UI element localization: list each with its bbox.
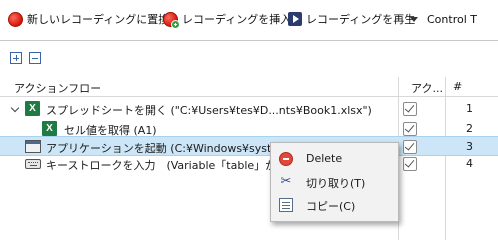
control-dropdown[interactable]: Control T	[410, 9, 477, 29]
menu-item-delete[interactable]: Delete	[271, 148, 398, 170]
column-active[interactable]: アク...	[411, 80, 443, 96]
tree-tools	[10, 52, 41, 66]
action-row[interactable]: キーストロークを入力 (Variable「table」から) 4	[0, 154, 498, 174]
excel-icon: X	[42, 121, 57, 136]
insert-recording-button[interactable]: レコーディングを挿入	[163, 9, 291, 29]
enabled-checkbox[interactable]	[403, 157, 417, 171]
enabled-checkbox[interactable]	[403, 140, 417, 154]
enabled-checkbox[interactable]	[403, 102, 417, 116]
chevron-down-icon	[410, 16, 418, 22]
column-action-flow[interactable]: アクションフロー	[14, 80, 101, 96]
action-row-selected[interactable]: アプリケーションを起動 (C:¥Windows¥system32¥...; 0m…	[0, 136, 498, 156]
play-icon	[288, 12, 302, 26]
play-recording-button[interactable]: レコーディングを再生	[288, 9, 415, 29]
recorder-toolbar: 新しいレコーディングに置換 レコーディングを挿入 レコーディングを再生 Cont…	[0, 0, 498, 38]
toolbar-divider	[0, 40, 498, 41]
collapse-all-icon[interactable]	[29, 52, 41, 64]
context-menu: Delete ✂ 切り取り(T) コピー(C)	[270, 142, 399, 222]
enabled-checkbox[interactable]	[403, 122, 417, 136]
record-icon	[8, 11, 23, 27]
excel-icon: X	[25, 101, 40, 116]
keyboard-icon	[25, 159, 41, 169]
expand-all-icon[interactable]	[10, 52, 22, 64]
new-recording-button[interactable]: 新しいレコーディングに置換	[8, 9, 169, 29]
column-header: アクションフロー アク... #	[0, 77, 498, 97]
chevron-down-icon[interactable]	[10, 103, 20, 113]
scissors-icon: ✂	[280, 174, 292, 189]
menu-item-cut[interactable]: ✂ 切り取り(T)	[271, 171, 398, 193]
delete-icon	[279, 152, 293, 166]
column-number[interactable]: #	[453, 80, 462, 93]
copy-icon	[279, 198, 293, 212]
menu-item-copy[interactable]: コピー(C)	[271, 194, 398, 216]
record-insert-icon	[163, 11, 180, 29]
action-row[interactable]: X スプレッドシートを開く ("C:¥Users¥tes¥D...nts¥Boo…	[0, 99, 498, 119]
app-window-icon	[25, 140, 41, 153]
